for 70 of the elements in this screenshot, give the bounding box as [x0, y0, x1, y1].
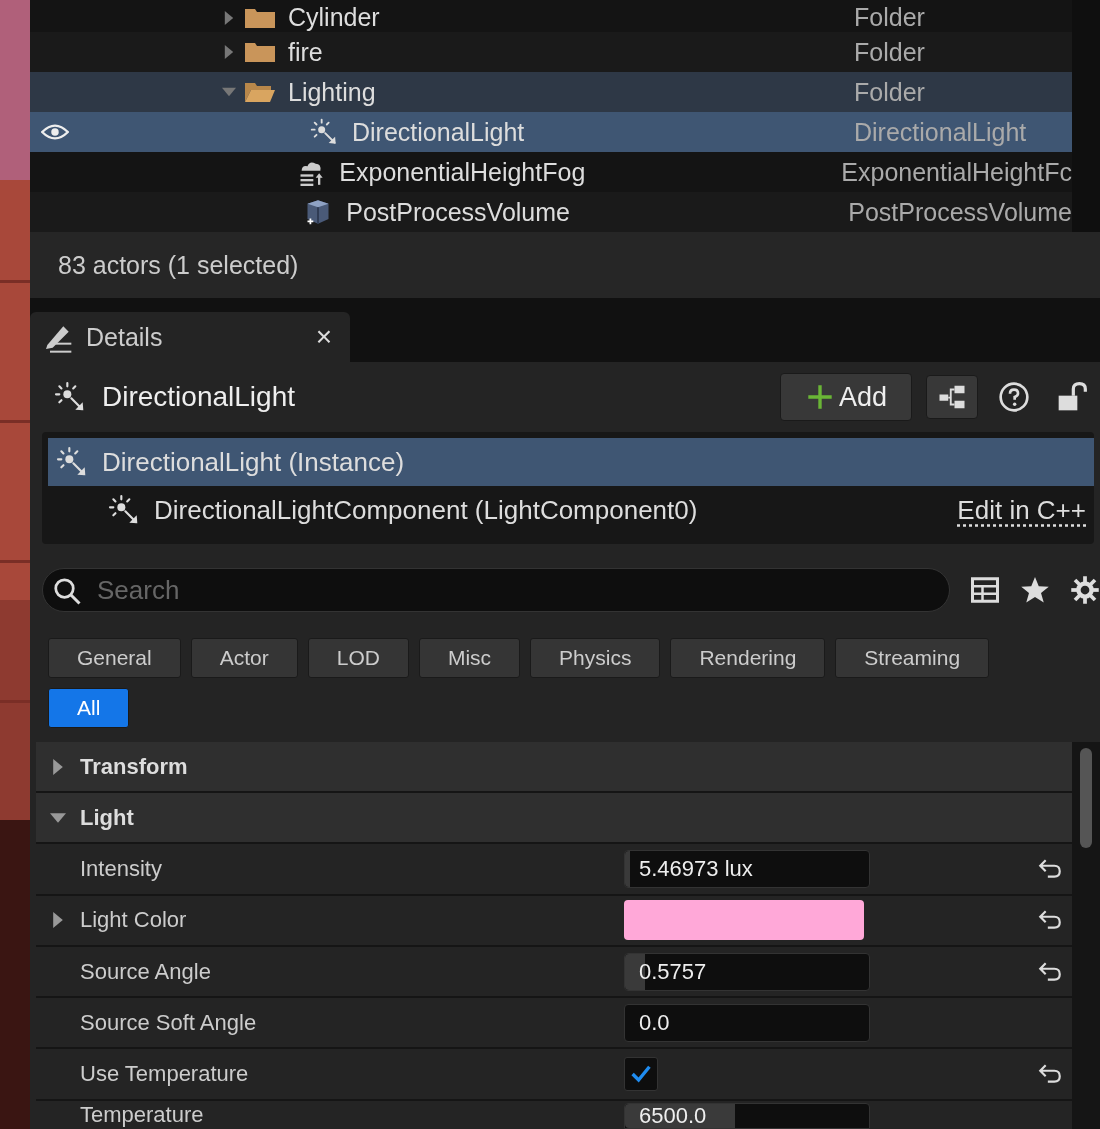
actor-name: DirectionalLight	[352, 117, 525, 147]
close-button[interactable]: ×	[309, 321, 338, 353]
edit-link[interactable]: Edit in C++	[957, 494, 1086, 526]
unlocked-lock-icon[interactable]	[1056, 381, 1088, 413]
actor-count: 83 actors (1 selected)	[58, 250, 299, 280]
component-name: DirectionalLight (Instance)	[102, 446, 406, 478]
actor-name: ExponentialHeightFog	[339, 157, 586, 187]
number-field[interactable]: 0.0	[624, 1003, 870, 1042]
search-field[interactable]: Search	[42, 568, 950, 612]
filter-button[interactable]: Physics	[530, 638, 661, 678]
actor-type: PostProcessVolume	[848, 197, 1072, 227]
property-label: Use Temperature	[80, 1061, 249, 1087]
property-label: Temperature	[80, 1101, 204, 1128]
color-swatch[interactable]	[624, 900, 864, 941]
section-header[interactable]: Light	[36, 793, 1072, 843]
component-row[interactable]: DirectionalLightComponent (LightComponent0) Edit in C++	[48, 486, 1094, 534]
actor-name: fire	[288, 37, 323, 67]
tab-label: Details	[86, 322, 164, 352]
filter-button[interactable]: Misc	[418, 638, 521, 678]
actor-type: Folder	[854, 77, 925, 107]
star-icon[interactable]	[1020, 575, 1050, 605]
property-label: Intensity	[80, 856, 162, 883]
actor-type: Folder	[854, 3, 925, 32]
caret-icon[interactable]	[222, 10, 236, 25]
section-title: Light	[80, 804, 134, 831]
filter-button[interactable]: Streaming	[835, 638, 990, 678]
actor-name: Lighting	[288, 77, 376, 107]
component-name: DirectionalLightComponent (LightComponent0)	[154, 494, 699, 526]
filter-button[interactable]: Actor	[190, 638, 298, 678]
property-label: Light Color	[80, 907, 187, 934]
actor-type: DirectionalLight	[854, 117, 1027, 147]
light-icon	[56, 446, 88, 478]
details-tab[interactable]: Details ×	[30, 312, 350, 362]
outliner-row[interactable]: ExponentialHeightFog ExponentialHeightFc	[30, 152, 1072, 192]
filter-button[interactable]: All	[48, 688, 130, 728]
number-field[interactable]: 5.46973 lux	[624, 850, 870, 889]
table-icon[interactable]	[970, 575, 1000, 605]
caret-icon[interactable]	[222, 85, 236, 99]
caret-icon[interactable]	[222, 45, 236, 59]
outliner-row[interactable]: PostProcessVolume PostProcessVolume	[30, 192, 1072, 232]
checkbox[interactable]	[624, 1057, 658, 1091]
settings-icon[interactable]	[1070, 575, 1100, 605]
help-icon[interactable]	[998, 381, 1030, 413]
plus-icon	[806, 384, 833, 410]
eye-icon[interactable]	[41, 122, 69, 142]
filter-button[interactable]: Rendering	[670, 638, 826, 678]
scrollbar-thumb[interactable]	[1080, 748, 1092, 848]
light-icon	[54, 381, 86, 413]
component-row[interactable]: DirectionalLight (Instance)	[48, 438, 1094, 486]
section-title: Transform	[80, 753, 188, 780]
number-field[interactable]: 0.5757	[624, 952, 870, 991]
outliner-row[interactable]: DirectionalLight DirectionalLight	[30, 112, 1072, 152]
light-icon	[108, 494, 140, 526]
search-icon	[52, 576, 82, 606]
filter-button[interactable]: General	[48, 638, 181, 678]
number-field[interactable]: 6500.0	[624, 1103, 870, 1129]
outliner-row[interactable]: fire Folder	[30, 32, 1072, 72]
actor-type: ExponentialHeightFc	[841, 157, 1072, 187]
filter-button[interactable]: LOD	[307, 638, 409, 678]
outliner-row[interactable]: Lighting Folder	[30, 72, 1072, 112]
actor-title: DirectionalLight	[102, 381, 296, 413]
actor-name: Cylinder	[288, 3, 380, 32]
outliner-row[interactable]: Cylinder Folder	[30, 0, 1072, 32]
section-header[interactable]: Transform	[36, 742, 1072, 792]
add-button[interactable]: Add	[779, 373, 912, 421]
property-label: Source Angle	[80, 958, 211, 985]
actor-type: Folder	[854, 37, 925, 67]
blueprint-button[interactable]	[926, 375, 978, 419]
property-label: Source Soft Angle	[80, 1009, 257, 1036]
actor-name: PostProcessVolume	[346, 197, 570, 227]
